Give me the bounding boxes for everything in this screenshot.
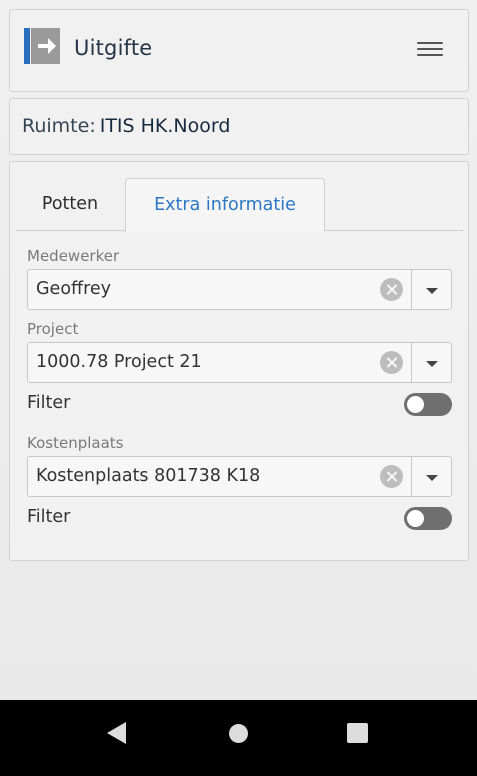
tab-bar: Potten Extra informatie <box>16 178 463 232</box>
room-label: Ruimte: <box>22 115 96 137</box>
room-value: ITIS HK.Noord <box>99 115 231 137</box>
recent-apps-square-icon[interactable] <box>347 723 368 743</box>
project-value: 1000.78 Project 21 <box>36 352 202 372</box>
cost-center-value: Kostenplaats 801738 K18 <box>36 466 261 486</box>
chevron-down-icon[interactable] <box>412 270 452 309</box>
back-triangle-icon[interactable] <box>107 722 126 744</box>
chevron-down-icon[interactable] <box>412 457 452 496</box>
room-info: Ruimte: ITIS HK.Noord <box>22 115 230 137</box>
cost-center-filter-toggle[interactable] <box>404 507 452 530</box>
tab-potten[interactable]: Potten <box>16 178 124 231</box>
cost-center-label: Kostenplaats <box>27 434 124 452</box>
chevron-down-icon[interactable] <box>412 343 452 382</box>
clear-icon[interactable] <box>380 351 403 374</box>
system-nav-bar <box>0 700 477 776</box>
hamburger-menu-icon[interactable] <box>417 42 443 60</box>
clear-icon[interactable] <box>380 278 403 301</box>
clear-icon[interactable] <box>380 465 403 488</box>
toggle-knob <box>407 510 424 527</box>
cost-center-select[interactable]: Kostenplaats 801738 K18 <box>27 456 452 497</box>
employee-label: Medewerker <box>27 247 120 265</box>
cost-center-filter-label: Filter <box>27 507 71 527</box>
exit-arrow-icon <box>24 28 60 64</box>
home-circle-icon[interactable] <box>229 724 248 743</box>
app-screen: Uitgifte Ruimte: ITIS HK.Noord Potten Ext… <box>0 0 477 700</box>
room-panel: Ruimte: ITIS HK.Noord <box>9 98 469 155</box>
form-panel: Potten Extra informatie Medewerker Geoff… <box>9 161 469 561</box>
project-filter-toggle[interactable] <box>404 393 452 416</box>
project-filter-label: Filter <box>27 393 71 413</box>
project-label: Project <box>27 320 79 338</box>
employee-select[interactable]: Geoffrey <box>27 269 452 310</box>
project-select[interactable]: 1000.78 Project 21 <box>27 342 452 383</box>
employee-value: Geoffrey <box>36 279 112 299</box>
app-title: Uitgifte <box>74 36 153 60</box>
app-header: Uitgifte <box>9 9 469 92</box>
toggle-knob <box>407 396 424 413</box>
tab-extra-informatie[interactable]: Extra informatie <box>125 178 325 232</box>
